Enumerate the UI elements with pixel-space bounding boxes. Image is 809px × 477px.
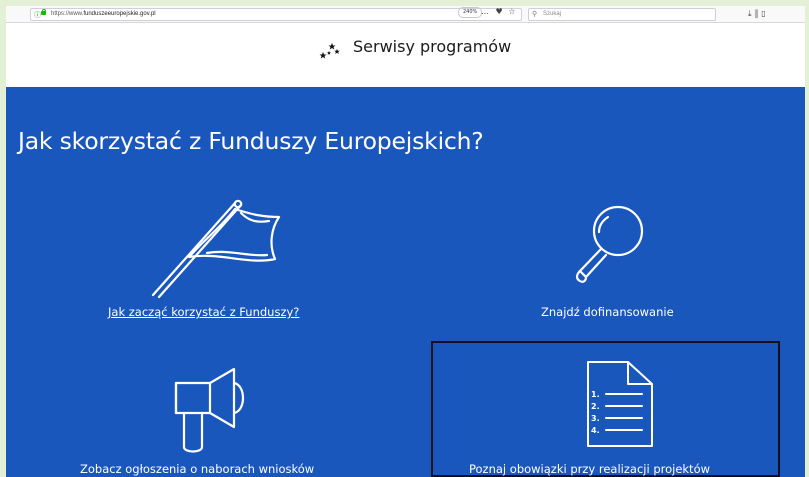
tile-call-announcements-label[interactable]: Zobacz ogłoszenia o naborach wniosków	[80, 462, 314, 476]
tile-project-obligations-label[interactable]: Poznaj obowiązki przy realizacji projekt…	[469, 462, 710, 476]
sidebar-icon[interactable]: ▯	[761, 9, 768, 18]
document-list-icon: 1. 2. 3. 4.	[587, 361, 653, 447]
browser-window: ⓘ https://www.funduszeeuropejskie.gov.pl…	[6, 6, 805, 477]
stars-logo-icon	[319, 43, 340, 59]
zoom-indicator[interactable]: 240%	[458, 7, 483, 18]
url-text: https://www.funduszeeuropejskie.gov.pl	[51, 10, 156, 17]
programs-services-link[interactable]: Serwisy programów	[353, 37, 511, 56]
site-info-icon[interactable]: ⓘ	[34, 10, 41, 20]
address-bar[interactable]: ⓘ https://www.funduszeeuropejskie.gov.pl	[30, 8, 522, 21]
page-actions-menu-icon[interactable]: …	[481, 7, 489, 16]
search-icon: ⚲	[532, 11, 538, 18]
tile-start-funds-label[interactable]: Jak zacząć korzystać z Funduszy?	[108, 305, 299, 319]
page-title: Jak skorzystać z Funduszy Europejskich?	[18, 127, 484, 155]
doc-number-4: 4.	[591, 426, 600, 435]
toolbar-right-icons: ⤓⫼▯	[748, 6, 769, 21]
flag-icon	[151, 199, 281, 299]
doc-number-1: 1.	[591, 390, 600, 399]
search-placeholder: Szukaj	[543, 11, 562, 17]
funds-section: Jak skorzystać z Funduszy Europejskich? …	[6, 87, 805, 477]
bookmark-star-icon[interactable]: ☆	[508, 7, 515, 16]
doc-number-2: 2.	[591, 402, 600, 411]
page-actions: … ♥ ☆	[481, 6, 515, 17]
magnifier-icon	[575, 205, 644, 283]
search-input[interactable]: ⚲ Szukaj	[528, 8, 716, 21]
browser-toolbar: ⓘ https://www.funduszeeuropejskie.gov.pl…	[6, 6, 805, 23]
tile-find-funding-label[interactable]: Znajdź dofinansowanie	[541, 305, 674, 319]
megaphone-icon	[174, 367, 245, 453]
doc-number-3: 3.	[591, 414, 600, 423]
pocket-icon[interactable]: ♥	[496, 7, 503, 16]
lock-icon	[41, 9, 46, 15]
